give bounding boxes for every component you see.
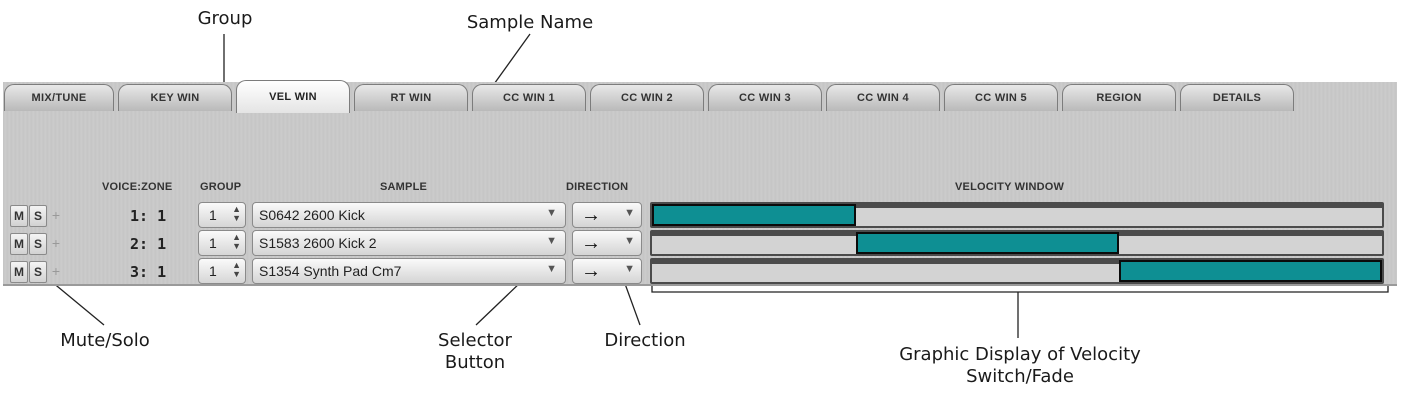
column-header-sample: SAMPLE (380, 181, 428, 193)
velocity-window-bar[interactable] (650, 230, 1384, 256)
velocity-window-fill[interactable] (856, 232, 1120, 254)
direction-selector[interactable]: → ▼ (572, 230, 642, 256)
mute-button[interactable]: M (10, 205, 28, 227)
group-value: 1 (209, 207, 217, 223)
right-arrow-icon: → (581, 204, 601, 226)
tab-region[interactable]: REGION (1062, 84, 1176, 111)
velocity-window-fill[interactable] (1119, 260, 1382, 282)
annotation-group: Group (197, 8, 253, 29)
tab-cc-win-2[interactable]: CC WIN 2 (590, 84, 704, 111)
sample-selector[interactable]: S1354 Synth Pad Cm7 ▼ (252, 258, 566, 284)
group-spinner[interactable]: 1 ▲ ▼ (198, 202, 246, 228)
direction-selector[interactable]: → ▼ (572, 202, 642, 228)
column-header-group: GROUP (200, 181, 242, 193)
solo-button[interactable]: S (29, 261, 47, 283)
group-spinner[interactable]: 1 ▲ ▼ (198, 258, 246, 284)
group-value: 1 (209, 235, 217, 251)
sample-name: S1583 2600 Kick 2 (259, 235, 377, 251)
right-arrow-icon: → (581, 260, 601, 282)
tab-vel-win[interactable]: VEL WIN (236, 80, 350, 113)
column-header-direction: DIRECTION (566, 181, 629, 193)
triangle-down-icon[interactable]: ▼ (624, 207, 635, 219)
triangle-down-icon[interactable]: ▼ (624, 263, 635, 275)
up-down-spinner-icon[interactable]: ▲ ▼ (232, 261, 241, 279)
triangle-down-icon[interactable]: ▼ (624, 235, 635, 247)
triangle-down-icon[interactable]: ▼ (546, 263, 557, 275)
tab-cc-win-4[interactable]: CC WIN 4 (826, 84, 940, 111)
add-button[interactable]: + (48, 233, 64, 253)
voice-zone-value: 1: 1 (130, 207, 167, 225)
column-header-velocity-window: VELOCITY WINDOW (955, 181, 1065, 193)
annotation-velocity-graphic-line2: Switch/Fade (966, 366, 1074, 387)
tab-cc-win-1[interactable]: CC WIN 1 (472, 84, 586, 111)
mute-button[interactable]: M (10, 233, 28, 255)
annotation-velocity-graphic: Graphic Display of Velocity Switch/Fade (860, 344, 1180, 388)
sample-name: S0642 2600 Kick (259, 207, 365, 223)
column-header-voice-zone: VOICE:ZONE (102, 181, 173, 193)
velocity-window-fill[interactable] (652, 204, 857, 226)
velocity-window-bar[interactable] (650, 202, 1384, 228)
tab-key-win[interactable]: KEY WIN (118, 84, 232, 111)
solo-button[interactable]: S (29, 233, 47, 255)
up-down-spinner-icon[interactable]: ▲ ▼ (232, 205, 241, 223)
triangle-down-icon[interactable]: ▼ (546, 207, 557, 219)
voice-zone-value: 3: 1 (130, 263, 167, 281)
annotation-velocity-graphic-line1: Graphic Display of Velocity (899, 344, 1141, 365)
velocity-window-bar[interactable] (650, 258, 1384, 284)
annotation-mute-solo: Mute/Solo (60, 330, 150, 351)
tab-mix-tune[interactable]: MIX/TUNE (4, 84, 114, 111)
sample-name: S1354 Synth Pad Cm7 (259, 263, 402, 279)
tab-details[interactable]: DETAILS (1180, 84, 1294, 111)
direction-selector[interactable]: → ▼ (572, 258, 642, 284)
triangle-down-icon[interactable]: ▼ (546, 235, 557, 247)
annotation-direction: Direction (604, 330, 686, 351)
tab-rt-win[interactable]: RT WIN (354, 84, 468, 111)
tab-cc-win-5[interactable]: CC WIN 5 (944, 84, 1058, 111)
mute-button[interactable]: M (10, 261, 28, 283)
tab-cc-win-3[interactable]: CC WIN 3 (708, 84, 822, 111)
sample-selector[interactable]: S1583 2600 Kick 2 ▼ (252, 230, 566, 256)
add-button[interactable]: + (48, 261, 64, 281)
solo-button[interactable]: S (29, 205, 47, 227)
annotation-sample-name: Sample Name (466, 12, 594, 33)
right-arrow-icon: → (581, 232, 601, 254)
add-button[interactable]: + (48, 205, 64, 225)
sample-selector[interactable]: S0642 2600 Kick ▼ (252, 202, 566, 228)
annotation-selector-button: Selector Button (438, 330, 512, 373)
voice-zone-value: 2: 1 (130, 235, 167, 253)
up-down-spinner-icon[interactable]: ▲ ▼ (232, 233, 241, 251)
tab-bar: MIX/TUNE KEY WIN VEL WIN RT WIN CC WIN 1… (4, 80, 1298, 116)
group-spinner[interactable]: 1 ▲ ▼ (198, 230, 246, 256)
group-value: 1 (209, 263, 217, 279)
